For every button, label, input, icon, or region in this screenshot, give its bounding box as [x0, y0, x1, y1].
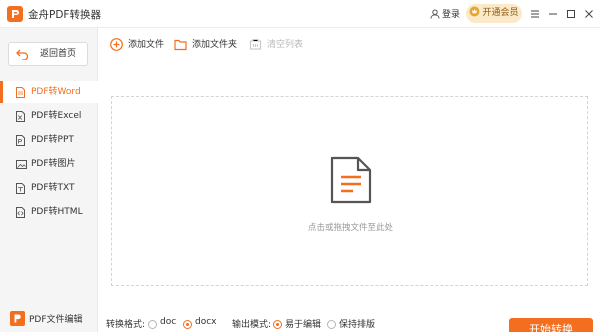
pdf-edit-icon: [10, 311, 25, 326]
format-radio-doc[interactable]: [148, 320, 157, 329]
format-radio-docx[interactable]: [183, 320, 192, 329]
clear-list-label: 清空列表: [267, 40, 304, 50]
sidebar-item-label: PDF转TXT: [31, 183, 75, 193]
mode-label: 输出模式:: [232, 320, 272, 330]
sidebar-item-label: PDF转PPT: [31, 135, 74, 145]
sidebar-item-pdf-to-txt[interactable]: PDF转TXT: [0, 177, 98, 199]
vip-button[interactable]: 开通会员: [466, 4, 522, 23]
sidebar-item-pdf-to-html[interactable]: PDF转HTML: [0, 201, 98, 223]
login-label: 登录: [442, 10, 461, 20]
ppt-doc-icon: [16, 135, 25, 146]
clear-list-icon: [249, 38, 262, 50]
login-button[interactable]: 登录: [430, 7, 460, 20]
mode-option-easy-edit[interactable]: 易于编辑: [285, 317, 321, 330]
pdf-edit-button[interactable]: PDF文件编辑: [10, 311, 83, 326]
back-arrow-icon: [16, 49, 29, 60]
sidebar-item-pdf-to-ppt[interactable]: PDF转PPT: [0, 129, 98, 151]
file-drop-zone[interactable]: 点击或拖拽文件至此处: [111, 96, 588, 286]
drop-hint: 点击或拖拽文件至此处: [307, 223, 393, 233]
sidebar-item-label: PDF转HTML: [31, 207, 83, 217]
minimize-icon[interactable]: [546, 7, 560, 21]
sidebar-item-label: PDF转Word: [31, 87, 81, 97]
app-title: 金舟PDF转换器: [28, 9, 101, 21]
user-icon: [430, 9, 440, 19]
excel-doc-icon: [16, 111, 25, 122]
menu-icon[interactable]: [528, 7, 542, 21]
app-logo-icon: [7, 6, 23, 22]
mode-radio-keep-layout[interactable]: [327, 320, 336, 329]
txt-doc-icon: [16, 183, 25, 194]
maximize-icon[interactable]: [564, 7, 578, 21]
sidebar-item-pdf-to-image[interactable]: PDF转图片: [0, 153, 98, 175]
word-doc-icon: [16, 87, 25, 98]
vip-label: 开通会员: [482, 8, 519, 18]
plus-circle-icon: [110, 38, 123, 51]
document-icon: [330, 156, 372, 207]
pdf-edit-label: PDF文件编辑: [29, 315, 83, 325]
mode-option-keep-layout[interactable]: 保持排版: [339, 317, 375, 330]
title-bar: 金舟PDF转换器 登录 开通会员: [0, 0, 600, 28]
html-doc-icon: [16, 207, 25, 218]
format-label: 转换格式:: [106, 320, 146, 330]
sidebar: 返回首页 PDF转Word PDF转Excel PDF转PPT PDF转图片 P…: [0, 28, 98, 332]
vip-crown-icon: [469, 6, 480, 17]
add-folder-label: 添加文件夹: [192, 40, 238, 50]
format-option-docx[interactable]: docx: [195, 317, 217, 327]
sidebar-item-label: PDF转Excel: [31, 111, 82, 121]
close-icon[interactable]: [582, 7, 596, 21]
add-file-label: 添加文件: [128, 40, 165, 50]
sidebar-item-pdf-to-excel[interactable]: PDF转Excel: [0, 105, 98, 127]
image-doc-icon: [16, 160, 27, 169]
folder-icon: [174, 39, 187, 51]
back-home-button[interactable]: 返回首页: [8, 42, 88, 66]
back-home-label: 返回首页: [40, 49, 77, 59]
sidebar-item-label: PDF转图片: [31, 159, 76, 169]
sidebar-item-pdf-to-word[interactable]: PDF转Word: [0, 81, 98, 103]
start-convert-button[interactable]: 开始转换: [509, 318, 593, 332]
format-option-doc[interactable]: doc: [160, 317, 176, 327]
mode-radio-easy-edit[interactable]: [273, 320, 282, 329]
